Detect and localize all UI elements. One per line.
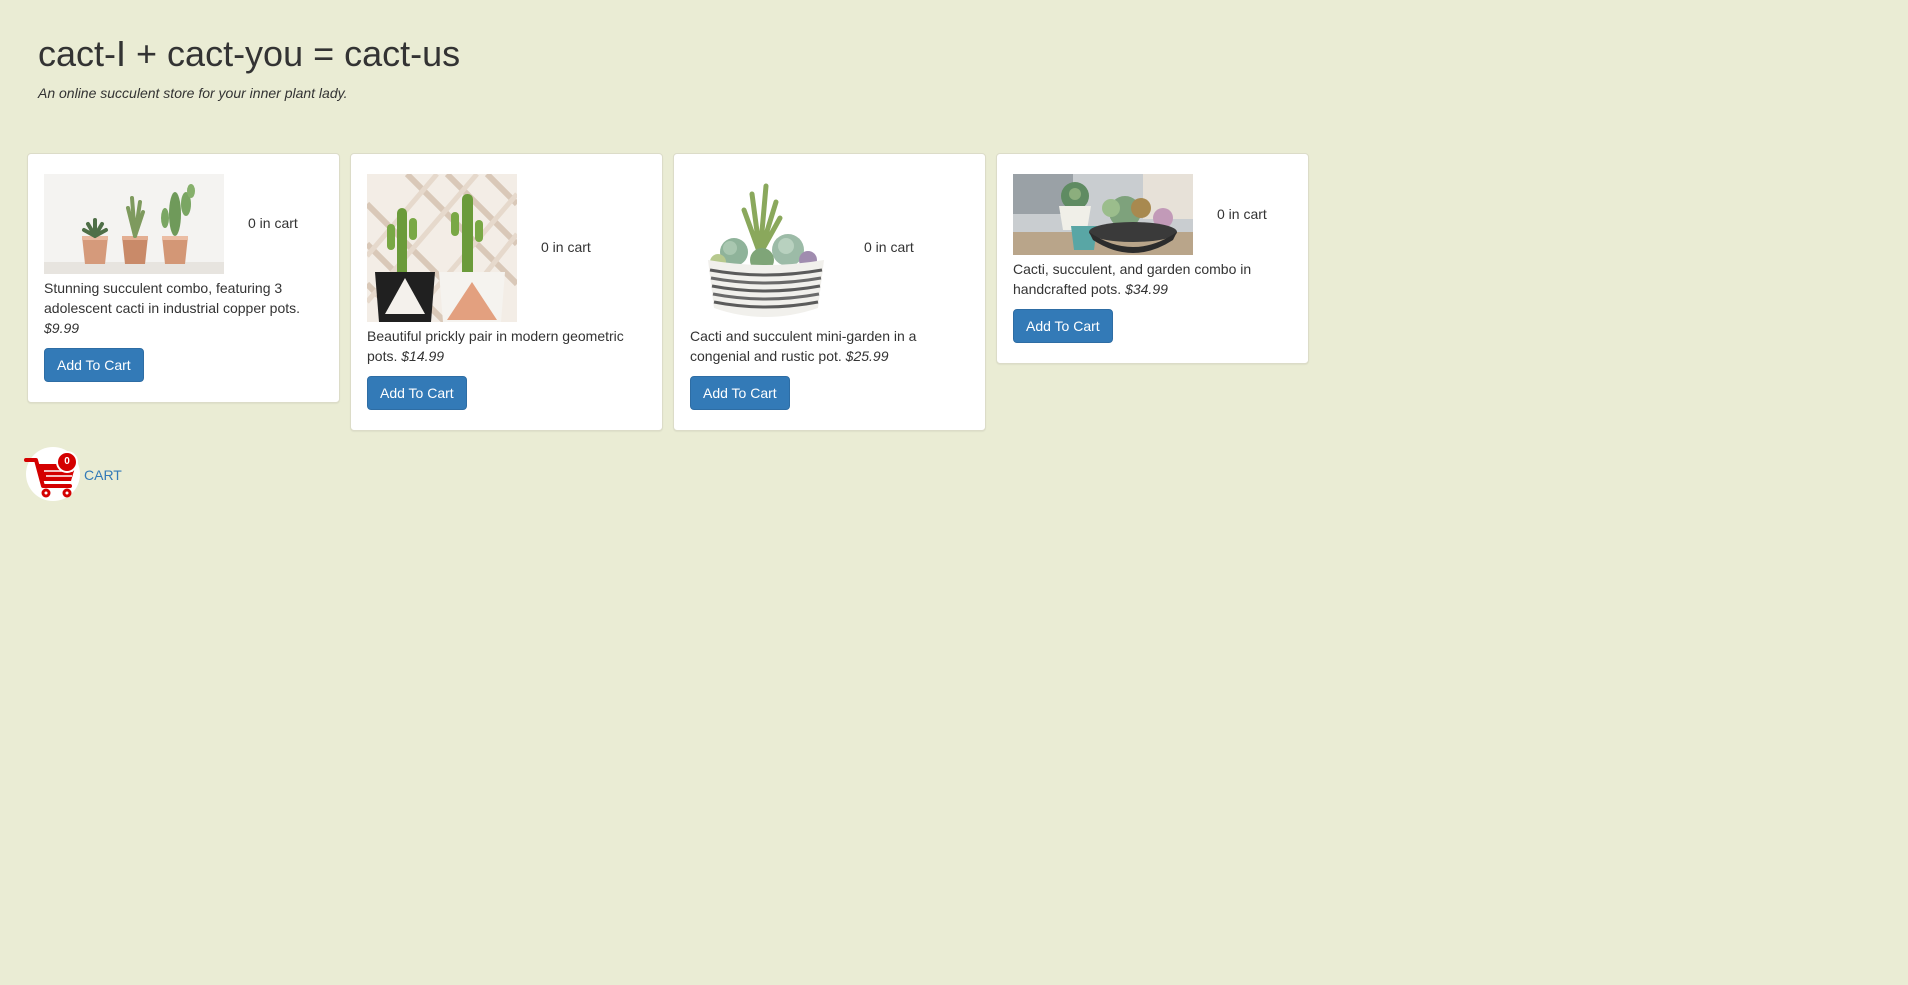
product-image-mini-garden <box>690 174 840 322</box>
product-description: Beautiful prickly pair in modern geometr… <box>367 328 624 364</box>
product-description: Cacti, succulent, and garden combo in ha… <box>1013 261 1252 297</box>
product-card: 0 in cart Cacti and succulent mini-garde… <box>673 153 986 431</box>
add-to-cart-button[interactable]: Add To Cart <box>44 348 144 382</box>
product-image-copper-pots <box>44 174 224 274</box>
in-cart-count: 0 in cart <box>248 215 298 231</box>
product-card: 0 in cart Cacti, succulent, and garden c… <box>996 153 1309 364</box>
product-price: $9.99 <box>44 320 80 336</box>
product-card: 0 in cart Stunning succulent combo, feat… <box>27 153 340 403</box>
cart-count-badge: 0 <box>56 451 78 473</box>
in-cart-count: 0 in cart <box>864 239 914 255</box>
add-to-cart-button[interactable]: Add To Cart <box>1013 309 1113 343</box>
add-to-cart-button[interactable]: Add To Cart <box>367 376 467 410</box>
product-list: 0 in cart Stunning succulent combo, feat… <box>27 153 1309 431</box>
product-image-geometric-pots <box>367 174 517 322</box>
site-header: cact-I + cact-you = cact-us An online su… <box>38 34 460 104</box>
product-card: 0 in cart Beautiful prickly pair in mode… <box>350 153 663 431</box>
add-to-cart-button[interactable]: Add To Cart <box>690 376 790 410</box>
in-cart-count: 0 in cart <box>1217 205 1267 222</box>
shopping-cart-icon[interactable]: 0 <box>24 446 82 502</box>
cart-widget[interactable]: 0 CART <box>24 446 122 502</box>
site-title: cact-I + cact-you = cact-us <box>38 33 461 74</box>
product-price: $14.99 <box>401 348 445 364</box>
in-cart-count: 0 in cart <box>541 239 591 255</box>
product-price: $25.99 <box>845 348 889 364</box>
product-description: Stunning succulent combo, featuring 3 ad… <box>44 280 301 336</box>
cart-link[interactable]: CART <box>84 466 122 486</box>
site-tagline: An online succulent store for your inner… <box>38 84 348 101</box>
product-description: Cacti and succulent mini-garden in a con… <box>690 328 917 364</box>
product-price: $34.99 <box>1125 281 1168 297</box>
product-image-handcrafted-pots <box>1013 174 1193 255</box>
